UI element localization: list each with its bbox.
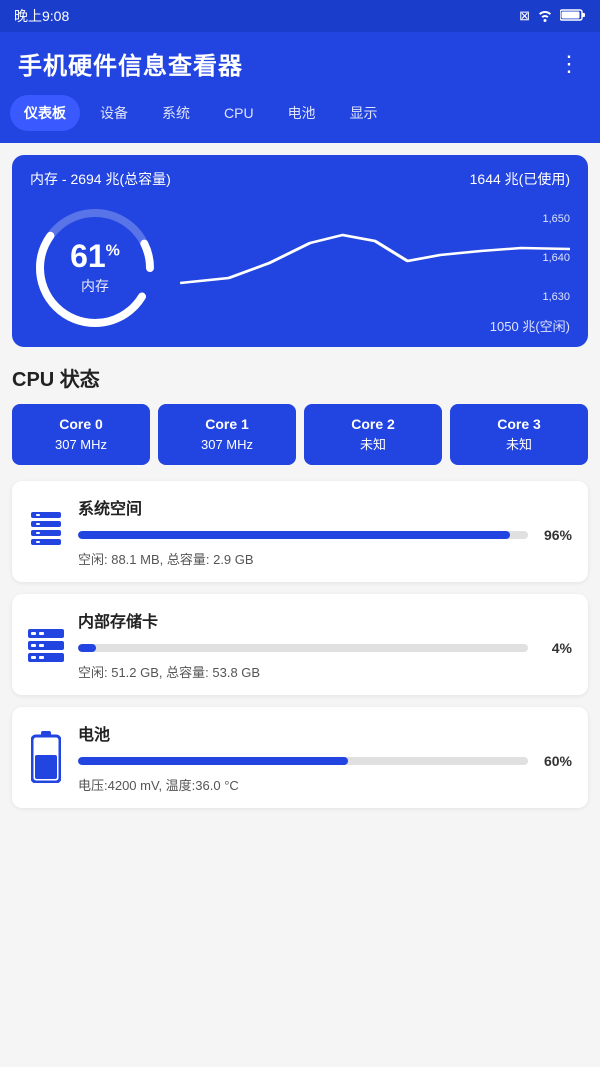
battery-pct: 60% [536,753,572,769]
battery-card: 电池 60% 电压:4200 mV, 温度:36.0 °C [12,707,588,808]
tab-device[interactable]: 设备 [86,95,142,131]
memory-gauge: 61% 内存 [30,203,160,333]
wifi-icon [536,8,554,25]
battery-status-icon [560,8,586,25]
system-space-card: 系统空间 96% 空闲: 88.1 MB, 总容量: 2.9 GB [12,481,588,582]
internal-storage-sub: 空闲: 51.2 GB, 总容量: 53.8 GB [78,662,572,681]
system-space-title: 系统空间 [78,495,572,519]
gauge-percent: 61% [70,240,120,272]
memory-footer: 1050 兆(空闲) [180,316,570,335]
app-title: 手机硬件信息查看器 [18,46,243,81]
core-btn-1[interactable]: Core 1 307 MHz [158,404,296,465]
notification-icon: ⊠ [519,8,530,24]
cpu-section-title: CPU 状态 [12,363,588,392]
system-space-bar-fill [78,531,510,539]
tab-dashboard[interactable]: 仪表板 [10,95,80,131]
system-space-body: 系统空间 96% 空闲: 88.1 MB, 总容量: 2.9 GB [78,495,572,568]
battery-progress: 60% [78,753,572,769]
system-space-progress: 96% [78,527,572,543]
tab-battery[interactable]: 电池 [274,95,330,131]
battery-card-title: 电池 [78,721,572,745]
chart-labels: 1,650 1,640 1,630 [542,213,570,303]
tab-display[interactable]: 显示 [336,95,392,131]
system-space-icon [28,510,64,552]
tab-system[interactable]: 系统 [148,95,204,131]
nav-tabs: 仪表板 设备 系统 CPU 电池 显示 [0,95,600,143]
internal-storage-pct: 4% [536,640,572,656]
battery-card-icon [28,731,64,783]
internal-storage-icon [28,625,64,663]
internal-storage-progress: 4% [78,640,572,656]
gauge-text: 61% 内存 [70,240,120,296]
memory-header: 内存 - 2694 兆(总容量) 1644 兆(已使用) [30,169,570,189]
internal-storage-bar-fill [78,644,96,652]
internal-storage-card: 内部存储卡 4% 空闲: 51.2 GB, 总容量: 53.8 GB [12,594,588,695]
battery-bar-fill [78,757,348,765]
core-btn-0[interactable]: Core 0 307 MHz [12,404,150,465]
status-bar: 晚上9:08 ⊠ [0,0,600,32]
memory-chart: 1,650 1,640 1,630 1050 兆(空闲) [180,213,570,323]
status-time: 晚上9:08 [14,6,69,26]
internal-storage-title: 内部存储卡 [78,608,572,632]
cpu-section: CPU 状态 Core 0 307 MHz Core 1 307 MHz Cor… [12,363,588,465]
status-icons: ⊠ [519,8,586,25]
battery-sub: 电压:4200 mV, 温度:36.0 °C [78,775,572,794]
core-btn-2[interactable]: Core 2 未知 [304,404,442,465]
memory-card: 内存 - 2694 兆(总容量) 1644 兆(已使用) 61% 内存 [12,155,588,347]
system-space-pct: 96% [536,527,572,543]
main-content: 内存 - 2694 兆(总容量) 1644 兆(已使用) 61% 内存 [0,143,600,832]
cores-grid: Core 0 307 MHz Core 1 307 MHz Core 2 未知 … [12,404,588,465]
memory-body: 61% 内存 1,650 1,640 1,630 1050 兆(空闲) [30,203,570,333]
memory-total-label: 内存 - 2694 兆(总容量) [30,169,171,189]
battery-card-body: 电池 60% 电压:4200 mV, 温度:36.0 °C [78,721,572,794]
internal-storage-bar-bg [78,644,528,652]
internal-storage-body: 内部存储卡 4% 空闲: 51.2 GB, 总容量: 53.8 GB [78,608,572,681]
gauge-label: 内存 [70,276,120,296]
app-header: 手机硬件信息查看器 ⋮ [0,32,600,95]
memory-used-label: 1644 兆(已使用) [470,169,570,189]
system-space-bar-bg [78,531,528,539]
tab-cpu[interactable]: CPU [210,95,268,131]
battery-bar-bg [78,757,528,765]
core-btn-3[interactable]: Core 3 未知 [450,404,588,465]
menu-icon[interactable]: ⋮ [558,51,582,77]
system-space-sub: 空闲: 88.1 MB, 总容量: 2.9 GB [78,549,572,568]
